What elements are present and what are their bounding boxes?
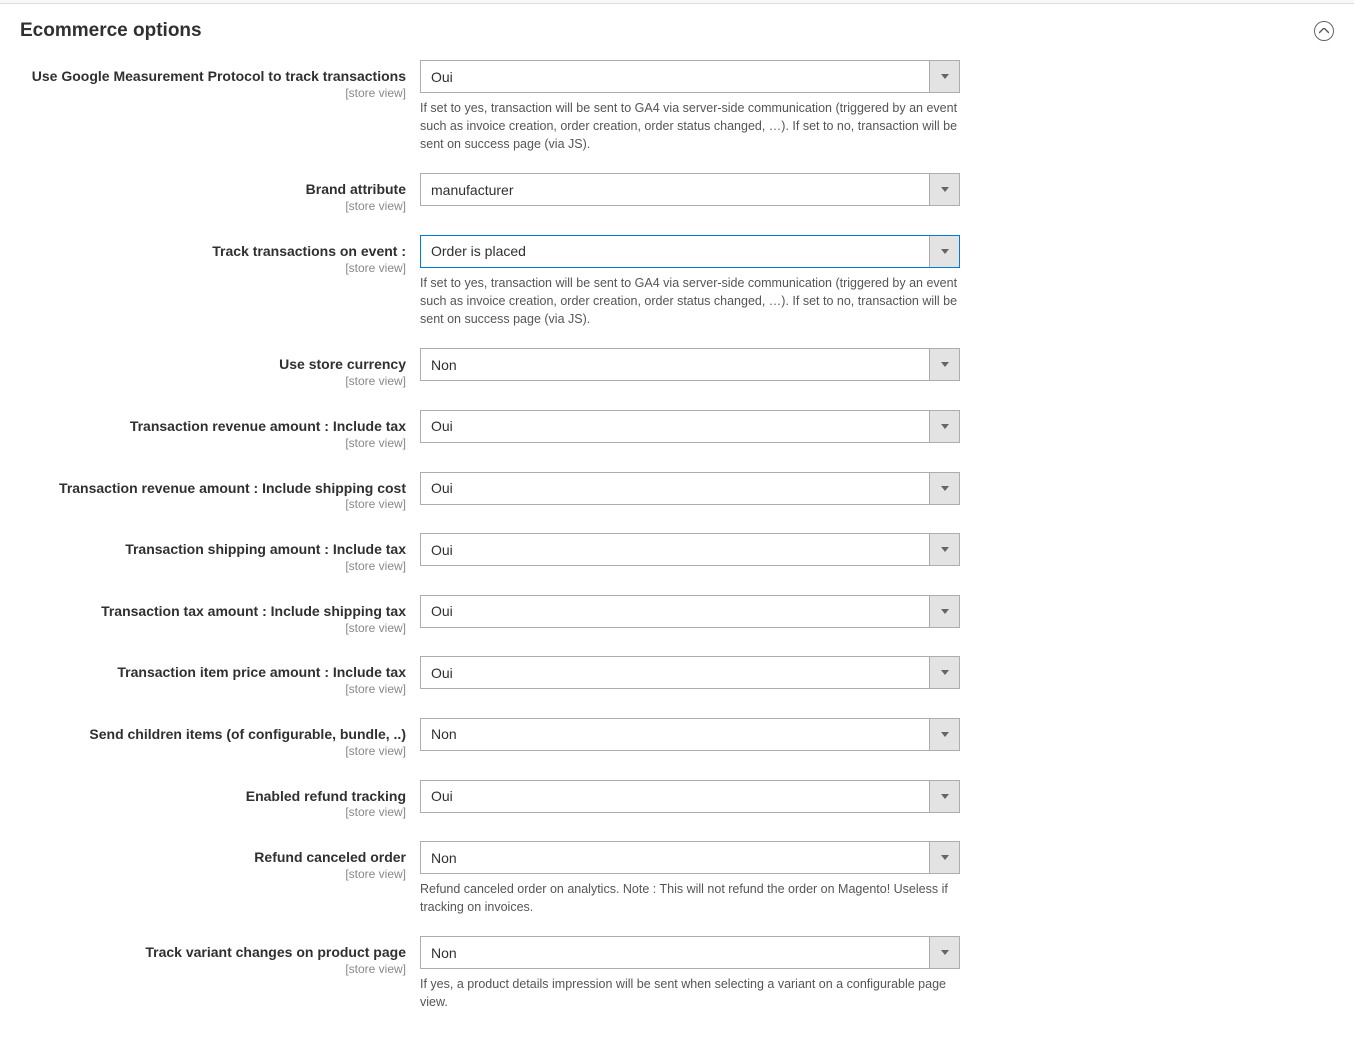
field-scope: [store view] — [20, 961, 406, 978]
field-revenue-include-shipping: Transaction revenue amount : Include shi… — [20, 472, 1334, 514]
select-value: manufacturer — [421, 174, 929, 205]
field-label: Enabled refund tracking — [20, 788, 406, 805]
field-scope: [store view] — [20, 373, 406, 390]
revenue-include-tax-select[interactable]: Oui — [420, 410, 960, 443]
refund-tracking-select[interactable]: Oui — [420, 780, 960, 813]
field-scope: [store view] — [20, 558, 406, 575]
select-value: Non — [421, 842, 929, 873]
chevron-down-icon — [929, 236, 959, 267]
chevron-down-icon — [929, 473, 959, 504]
field-label: Transaction revenue amount : Include tax — [20, 418, 406, 435]
section-title: Ecommerce options — [20, 20, 202, 42]
select-value: Oui — [421, 534, 929, 565]
field-scope: [store view] — [20, 620, 406, 637]
select-value: Oui — [421, 61, 929, 92]
field-scope: [store view] — [20, 198, 406, 215]
field-scope: [store view] — [20, 681, 406, 698]
select-value: Non — [421, 349, 929, 380]
section-header[interactable]: Ecommerce options — [0, 4, 1354, 60]
item-price-include-tax-select[interactable]: Oui — [420, 656, 960, 689]
select-value: Oui — [421, 596, 929, 627]
field-refund-canceled: Refund canceled order [store view] Non R… — [20, 841, 1334, 916]
field-track-variant: Track variant changes on product page [s… — [20, 936, 1334, 1011]
field-scope: [store view] — [20, 866, 406, 883]
field-comment: Refund canceled order on analytics. Note… — [420, 880, 960, 916]
revenue-include-shipping-select[interactable]: Oui — [420, 472, 960, 505]
field-shipping-include-tax: Transaction shipping amount : Include ta… — [20, 533, 1334, 575]
track-variant-select[interactable]: Non — [420, 936, 960, 969]
collapse-icon[interactable] — [1314, 21, 1334, 41]
field-revenue-include-tax: Transaction revenue amount : Include tax… — [20, 410, 1334, 452]
brand-attribute-select[interactable]: manufacturer — [420, 173, 960, 206]
select-value: Oui — [421, 657, 929, 688]
field-label: Use store currency — [20, 356, 406, 373]
field-label: Track transactions on event : — [20, 243, 406, 260]
field-comment: If set to yes, transaction will be sent … — [420, 274, 960, 328]
field-scope: [store view] — [20, 804, 406, 821]
ecommerce-options-section: Ecommerce options Use Google Measurement… — [0, 4, 1354, 1042]
send-children-select[interactable]: Non — [420, 718, 960, 751]
chevron-down-icon — [929, 61, 959, 92]
select-value: Oui — [421, 781, 929, 812]
chevron-down-icon — [929, 534, 959, 565]
tax-include-shipping-tax-select[interactable]: Oui — [420, 595, 960, 628]
chevron-down-icon — [929, 719, 959, 750]
select-value: Order is placed — [421, 236, 929, 267]
field-use-store-currency: Use store currency [store view] Non — [20, 348, 1334, 390]
chevron-down-icon — [929, 937, 959, 968]
track-event-select[interactable]: Order is placed — [420, 235, 960, 268]
chevron-down-icon — [929, 781, 959, 812]
field-label: Track variant changes on product page — [20, 944, 406, 961]
select-value: Non — [421, 719, 929, 750]
shipping-include-tax-select[interactable]: Oui — [420, 533, 960, 566]
field-label: Transaction tax amount : Include shippin… — [20, 603, 406, 620]
field-scope: [store view] — [20, 85, 406, 102]
field-label: Transaction item price amount : Include … — [20, 664, 406, 681]
chevron-down-icon — [929, 842, 959, 873]
field-send-children: Send children items (of configurable, bu… — [20, 718, 1334, 760]
field-comment: If set to yes, transaction will be sent … — [420, 99, 960, 153]
field-scope: [store view] — [20, 743, 406, 760]
field-use-measurement: Use Google Measurement Protocol to track… — [20, 60, 1334, 153]
chevron-down-icon — [929, 596, 959, 627]
chevron-down-icon — [929, 349, 959, 380]
field-comment: If yes, a product details impression wil… — [420, 975, 960, 1011]
field-refund-tracking: Enabled refund tracking [store view] Oui — [20, 780, 1334, 822]
chevron-down-icon — [929, 657, 959, 688]
field-item-price-include-tax: Transaction item price amount : Include … — [20, 656, 1334, 698]
field-label: Brand attribute — [20, 181, 406, 198]
field-label: Send children items (of configurable, bu… — [20, 726, 406, 743]
use-measurement-select[interactable]: Oui — [420, 60, 960, 93]
field-label: Use Google Measurement Protocol to track… — [20, 68, 406, 85]
select-value: Oui — [421, 473, 929, 504]
field-tax-include-shipping-tax: Transaction tax amount : Include shippin… — [20, 595, 1334, 637]
chevron-down-icon — [929, 174, 959, 205]
field-scope: [store view] — [20, 260, 406, 277]
field-scope: [store view] — [20, 496, 406, 513]
section-body: Use Google Measurement Protocol to track… — [0, 60, 1354, 1042]
field-label: Transaction shipping amount : Include ta… — [20, 541, 406, 558]
field-label: Refund canceled order — [20, 849, 406, 866]
use-store-currency-select[interactable]: Non — [420, 348, 960, 381]
select-value: Oui — [421, 411, 929, 442]
field-brand-attribute: Brand attribute [store view] manufacture… — [20, 173, 1334, 215]
select-value: Non — [421, 937, 929, 968]
field-scope: [store view] — [20, 435, 406, 452]
chevron-down-icon — [929, 411, 959, 442]
field-label: Transaction revenue amount : Include shi… — [20, 480, 406, 497]
refund-canceled-select[interactable]: Non — [420, 841, 960, 874]
field-track-event: Track transactions on event : [store vie… — [20, 235, 1334, 328]
